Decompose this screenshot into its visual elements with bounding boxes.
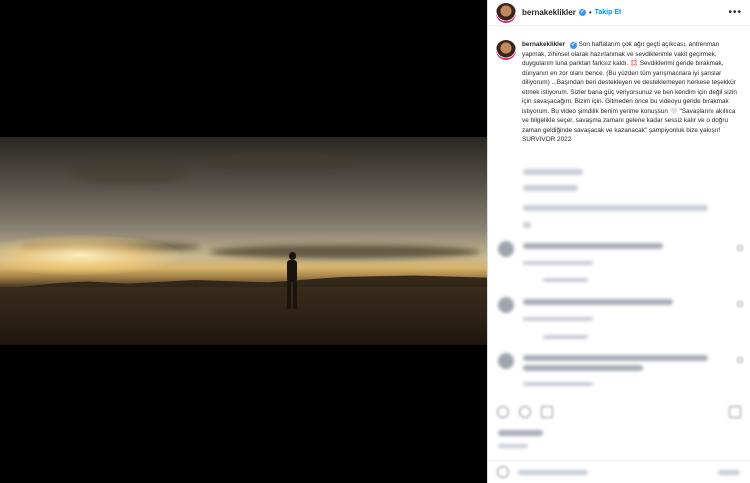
post-video[interactable] bbox=[0, 137, 487, 345]
share-icon[interactable] bbox=[541, 406, 553, 418]
blurred-comment bbox=[523, 365, 643, 371]
post-comment-button[interactable] bbox=[718, 470, 740, 475]
heart-icon[interactable] bbox=[737, 301, 743, 307]
blurred-comment bbox=[523, 169, 583, 175]
cloud-shape bbox=[210, 245, 480, 259]
separator-dot: • bbox=[588, 8, 592, 17]
blurred-comment-meta bbox=[523, 317, 593, 321]
person-silhouette bbox=[285, 252, 299, 312]
cloud-shape bbox=[200, 152, 360, 170]
comment-input[interactable] bbox=[518, 470, 588, 475]
blurred-comment bbox=[523, 222, 531, 228]
avatar[interactable] bbox=[498, 241, 514, 257]
heart-icon[interactable] bbox=[497, 406, 509, 418]
blurred-comment bbox=[523, 243, 663, 249]
post-caption: bernakeklikler ✔ Son haftalarım çok ağır… bbox=[488, 26, 750, 145]
blurred-comment bbox=[523, 205, 708, 211]
verified-badge-icon: ✔ bbox=[569, 42, 577, 49]
caption-text: bernakeklikler ✔ Son haftalarım çok ağır… bbox=[522, 40, 738, 145]
cloud-shape bbox=[70, 162, 190, 184]
media-pane bbox=[0, 0, 487, 483]
instagram-post-modal: bernakeklikler ✔ • Takip Et ••• bernakek… bbox=[0, 0, 750, 483]
avatar[interactable] bbox=[498, 353, 514, 369]
verified-badge-icon: ✔ bbox=[578, 9, 586, 16]
username[interactable]: bernakeklikler bbox=[522, 8, 576, 17]
blurred-comment-meta bbox=[523, 261, 593, 265]
blurred-comment bbox=[523, 299, 673, 305]
ellipsis-icon[interactable]: ••• bbox=[728, 7, 742, 18]
ground bbox=[0, 287, 487, 345]
blurred-like-count[interactable] bbox=[498, 430, 543, 436]
blurred-post-date bbox=[498, 444, 528, 448]
add-comment-bar bbox=[488, 460, 750, 483]
avatar[interactable] bbox=[496, 2, 516, 23]
blurred-view-replies[interactable] bbox=[543, 278, 588, 282]
blurred-comment bbox=[523, 355, 708, 361]
follow-button[interactable]: Takip Et bbox=[595, 9, 622, 16]
post-actions bbox=[488, 400, 750, 420]
avatar[interactable] bbox=[498, 297, 514, 313]
caption-username[interactable]: bernakeklikler bbox=[522, 41, 565, 48]
caption-body: Son haftalarım çok ağır geçti açıkcası, … bbox=[522, 41, 737, 143]
comment-icon[interactable] bbox=[519, 406, 531, 418]
bookmark-icon[interactable] bbox=[729, 406, 741, 418]
post-side-panel: bernakeklikler ✔ • Takip Et ••• bernakek… bbox=[487, 0, 750, 483]
emoji-icon[interactable] bbox=[497, 466, 509, 478]
post-header: bernakeklikler ✔ • Takip Et ••• bbox=[488, 0, 750, 26]
sunset-glow bbox=[0, 235, 180, 275]
blurred-view-replies[interactable] bbox=[543, 335, 588, 339]
blurred-comment bbox=[523, 185, 578, 191]
blurred-comment-meta bbox=[523, 382, 593, 386]
avatar[interactable] bbox=[496, 40, 516, 60]
heart-icon[interactable] bbox=[737, 245, 743, 251]
heart-icon[interactable] bbox=[737, 357, 743, 363]
